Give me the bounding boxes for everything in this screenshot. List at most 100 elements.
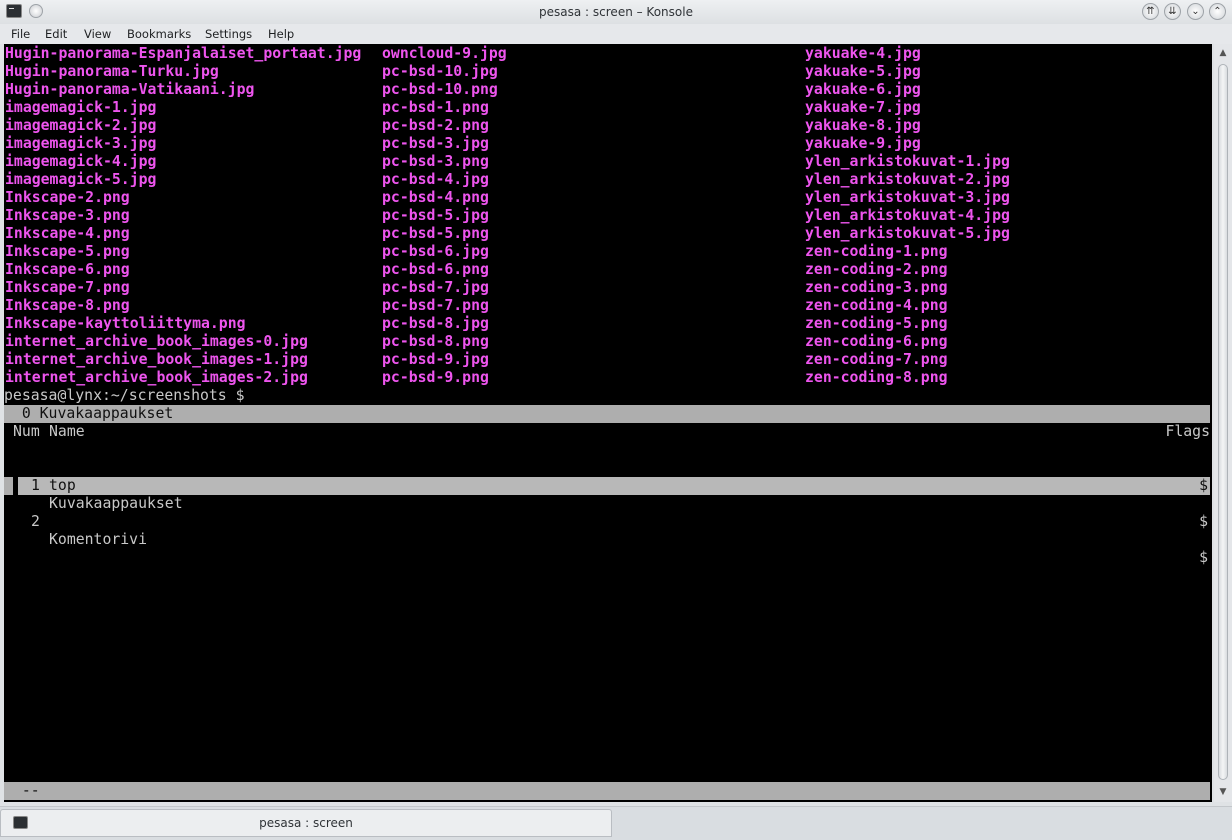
filename: yakuake-4.jpg [805, 45, 921, 62]
scrollbar-thumb[interactable] [1218, 64, 1228, 780]
filename: imagemagick-1.jpg [5, 99, 157, 116]
ls-row: internet_archive_book_images-2.jpg pc-bsd… [4, 369, 1212, 387]
filename: ylen_arkistokuvat-2.jpg [805, 171, 1010, 188]
filename: pc-bsd-6.jpg [382, 243, 489, 260]
filename: imagemagick-3.jpg [5, 135, 157, 152]
menu-help[interactable]: Help [268, 27, 294, 41]
tab-pesasa-screen[interactable]: pesasa : screen [0, 809, 612, 837]
filename: zen-coding-3.png [805, 279, 948, 296]
keep-above-button[interactable]: ⇈ [1142, 3, 1159, 20]
filename: zen-coding-7.png [805, 351, 948, 368]
title-bar: pesasa : screen – Konsole ⇈ ⇊ ⌄ ⌃ × [0, 0, 1232, 25]
window-list-item[interactable]: 0 Kuvakaappaukset $ [4, 459, 1210, 530]
filename: imagemagick-4.jpg [5, 153, 157, 170]
menu-file[interactable]: File [11, 27, 30, 41]
filename: Inkscape-4.png [5, 225, 130, 242]
ls-row: imagemagick-4.jpg pc-bsd-3.png ylen_arkist… [4, 153, 1212, 171]
header-num: Num [13, 423, 40, 440]
terminal-view[interactable]: Hugin-panorama-Espanjalaiset_portaat.jpg… [4, 44, 1212, 802]
ls-row: Inkscape-3.png pc-bsd-5.jpg ylen_arkistoku… [4, 207, 1212, 225]
filename: ylen_arkistokuvat-1.jpg [805, 153, 1010, 170]
ls-row: internet_archive_book_images-1.jpg pc-bsd… [4, 351, 1212, 369]
filename: Hugin-panorama-Espanjalaiset_portaat.jpg [5, 45, 362, 62]
filename: pc-bsd-7.jpg [382, 279, 489, 296]
ls-row: imagemagick-3.jpg pc-bsd-3.jpg yakuake-9.j… [4, 135, 1212, 153]
ls-row: internet_archive_book_images-0.jpg pc-bsd… [4, 333, 1212, 351]
filename: pc-bsd-5.jpg [382, 207, 489, 224]
scroll-up-arrow-icon[interactable]: ▲ [1217, 47, 1229, 59]
filename: ylen_arkistokuvat-4.jpg [805, 207, 1010, 224]
window-flag: $ [1199, 513, 1208, 530]
filename: pc-bsd-10.png [382, 81, 498, 98]
filename: zen-coding-1.png [805, 243, 948, 260]
window-num: 2 [31, 513, 40, 530]
filename: zen-coding-5.png [805, 315, 948, 332]
window-flag: $ [1199, 477, 1208, 494]
filename: pc-bsd-1.png [382, 99, 489, 116]
filename: imagemagick-2.jpg [5, 117, 157, 134]
minimize-button[interactable]: ⌄ [1187, 3, 1204, 20]
filename: yakuake-8.jpg [805, 117, 921, 134]
screen-status-bar: -- [4, 782, 1210, 800]
ls-row: Inkscape-5.png pc-bsd-6.jpg zen-coding-1.p… [4, 243, 1212, 261]
filename: ylen_arkistokuvat-5.jpg [805, 225, 1010, 242]
filename: zen-coding-6.png [805, 333, 948, 350]
filename: pc-bsd-6.png [382, 261, 489, 278]
window-flag: $ [1199, 549, 1208, 566]
menu-edit[interactable]: Edit [45, 27, 67, 41]
filename: Inkscape-6.png [5, 261, 130, 278]
filename: Inkscape-kayttoliittyma.png [5, 315, 246, 332]
ls-row: imagemagick-2.jpg pc-bsd-2.png yakuake-8.j… [4, 117, 1212, 135]
ls-row: Inkscape-6.png pc-bsd-6.png zen-coding-2.p… [4, 261, 1212, 279]
filename: pc-bsd-2.png [382, 117, 489, 134]
ls-row: Inkscape-2.png pc-bsd-4.png ylen_arkistoku… [4, 189, 1212, 207]
filename: Inkscape-3.png [5, 207, 130, 224]
window-name: Komentorivi [49, 531, 147, 548]
filename: ylen_arkistokuvat-3.jpg [805, 189, 1010, 206]
keep-below-button[interactable]: ⇊ [1164, 3, 1181, 20]
filename: pc-bsd-5.png [382, 225, 489, 242]
ls-row: imagemagick-1.jpg pc-bsd-1.png yakuake-7.j… [4, 99, 1212, 117]
ls-row: Hugin-panorama-Turku.jpg pc-bsd-10.jpg yak… [4, 63, 1212, 81]
filename: Hugin-panorama-Turku.jpg [5, 63, 219, 80]
filename: pc-bsd-8.png [382, 333, 489, 350]
ls-row: Inkscape-7.png pc-bsd-7.jpg zen-coding-3.p… [4, 279, 1212, 297]
selection-highlight [18, 477, 1210, 495]
cursor [4, 477, 13, 495]
filename: pc-bsd-9.jpg [382, 351, 489, 368]
window-num: 1 [31, 477, 40, 494]
tab-bar: pesasa : screen [0, 806, 1232, 840]
ls-row: Hugin-panorama-Espanjalaiset_portaat.jpg… [4, 45, 1212, 63]
window-name: top [49, 477, 76, 494]
filename: Inkscape-2.png [5, 189, 130, 206]
filename: owncloud-9.jpg [382, 45, 507, 62]
menu-bookmarks[interactable]: Bookmarks [127, 27, 191, 41]
screen-title-bar: 0 Kuvakaappaukset [4, 405, 1210, 423]
menu-view[interactable]: View [84, 27, 111, 41]
filename: Inkscape-7.png [5, 279, 130, 296]
menu-settings[interactable]: Settings [205, 27, 252, 41]
terminal-scrollbar[interactable]: ▲ ▼ [1214, 44, 1232, 802]
window-list-item-selected[interactable]: 1 top $ [4, 477, 1210, 495]
filename: yakuake-9.jpg [805, 135, 921, 152]
filename: zen-coding-2.png [805, 261, 948, 278]
filename: Hugin-panorama-Vatikaani.jpg [5, 81, 255, 98]
header-name: Name [49, 423, 85, 440]
ls-row: Inkscape-4.png pc-bsd-5.png ylen_arkistoku… [4, 225, 1212, 243]
filename: zen-coding-4.png [805, 297, 948, 314]
filename: yakuake-7.jpg [805, 99, 921, 116]
window-title: pesasa : screen – Konsole [539, 5, 693, 19]
filename: yakuake-6.jpg [805, 81, 921, 98]
filename: pc-bsd-3.jpg [382, 135, 489, 152]
filename: pc-bsd-3.png [382, 153, 489, 170]
filename: pc-bsd-4.png [382, 189, 489, 206]
filename: pc-bsd-10.jpg [382, 63, 498, 80]
menu-bar: File Edit View Bookmarks Settings Help [0, 24, 1232, 44]
window-list-item[interactable]: 2 Komentorivi $ [4, 495, 1210, 566]
ls-row: Inkscape-kayttoliittyma.png pc-bsd-8.jpg z… [4, 315, 1212, 333]
scroll-down-arrow-icon[interactable]: ▼ [1217, 786, 1229, 798]
filename: yakuake-5.jpg [805, 63, 921, 80]
filename: internet_archive_book_images-2.jpg [5, 369, 308, 386]
maximize-button[interactable]: ⌃ [1209, 3, 1226, 20]
ls-row: imagemagick-5.jpg pc-bsd-4.jpg ylen_arkist… [4, 171, 1212, 189]
